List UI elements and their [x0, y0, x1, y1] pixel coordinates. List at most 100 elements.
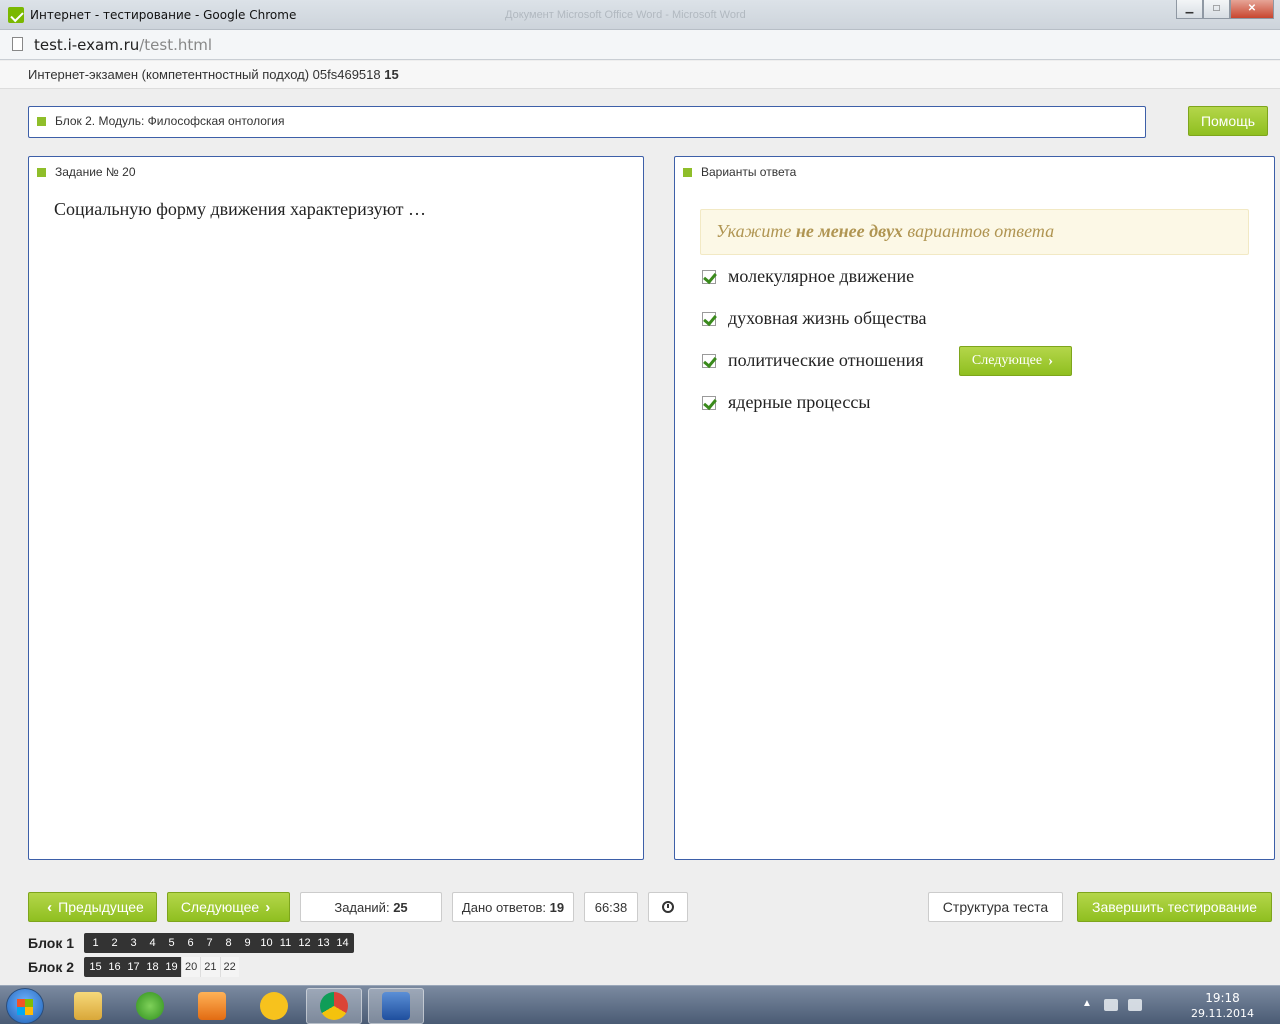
question-number[interactable]: 19 [162, 957, 181, 977]
green-square-icon [37, 116, 46, 126]
prev-label: Предыдущее [58, 899, 144, 915]
question-number[interactable]: 16 [105, 957, 124, 977]
answer-option-label: духовная жизнь общества [728, 308, 927, 328]
task-panel: Задание № 20 Социальную форму движения х… [28, 156, 644, 860]
mail-agent-icon [260, 992, 288, 1020]
timer-box: 66:38 [584, 892, 638, 922]
network-icon[interactable] [1104, 999, 1118, 1011]
next-button[interactable]: Следующее › [167, 892, 290, 922]
background-window-title: Документ Microsoft Office Word - Microso… [505, 9, 746, 21]
close-button[interactable]: ✕ [1230, 0, 1274, 19]
question-number[interactable]: 5 [162, 933, 181, 953]
answer-option-label: политические отношения [728, 350, 924, 370]
chevron-right-icon: › [265, 898, 271, 916]
block-header: Блок 2. Модуль: Философская онтология [37, 114, 284, 128]
next-inline-label: Следующее [971, 353, 1043, 368]
windows-logo-icon [17, 999, 33, 1015]
tasks-count-box: Заданий: 25 [300, 892, 442, 922]
question-number[interactable]: 15 [86, 957, 105, 977]
question-text: Социальную форму движения характеризуют … [54, 199, 427, 219]
answers-panel: Варианты ответа Укажите не менее двух ва… [674, 156, 1275, 860]
question-number[interactable]: 1 [86, 933, 105, 953]
task-label: Задание № 20 [55, 165, 136, 179]
checkbox-checked-icon[interactable] [702, 353, 716, 368]
minimize-button[interactable]: ▁ [1176, 0, 1203, 19]
exam-number: 15 [384, 67, 399, 82]
question-number[interactable]: 8 [219, 933, 238, 953]
question-number[interactable]: 22 [219, 957, 239, 977]
block-2-label: Блок 2 [28, 959, 75, 975]
answers-header: Варианты ответа [683, 165, 796, 179]
maximize-button[interactable]: □ [1203, 0, 1230, 19]
question-number[interactable]: 18 [143, 957, 162, 977]
hint-bold: не менее двух [795, 221, 903, 241]
answer-option[interactable]: духовная жизнь общества [702, 308, 926, 329]
finish-test-button[interactable]: Завершить тестирование [1077, 892, 1272, 922]
answer-option[interactable]: молекулярное движение [702, 266, 914, 287]
block-2-nav: Блок 2 15 16 17 18 19 20 21 22 [28, 957, 239, 977]
utorrent-icon [136, 992, 164, 1020]
question-number[interactable]: 13 [314, 933, 333, 953]
test-structure-button[interactable]: Структура теста [928, 892, 1063, 922]
chevron-right-icon: › [1048, 352, 1054, 369]
next-inline-button[interactable]: Следующее › [959, 346, 1072, 376]
question-number[interactable]: 17 [124, 957, 143, 977]
question-number[interactable]: 10 [257, 933, 276, 953]
question-number[interactable]: 3 [124, 933, 143, 953]
taskbar-word[interactable] [368, 988, 424, 1024]
checkbox-checked-icon[interactable] [702, 311, 716, 326]
taskbar-media-player[interactable] [184, 988, 240, 1024]
clock-icon [662, 901, 674, 913]
action-center-flag-icon[interactable] [1128, 999, 1142, 1011]
page-icon [12, 37, 23, 51]
question-number[interactable]: 12 [295, 933, 314, 953]
media-player-icon [198, 992, 226, 1020]
next-label: Следующее [180, 899, 260, 915]
answer-option-label: ядерные процессы [728, 392, 871, 412]
window-title: Интернет - тестирование - Google Chrome [30, 8, 297, 22]
question-number[interactable]: 9 [238, 933, 257, 953]
tasks-count: 25 [393, 899, 408, 915]
block-1-numbers: 1 2 3 4 5 6 7 8 9 10 11 12 13 14 [84, 933, 354, 953]
checkbox-checked-icon[interactable] [702, 395, 716, 410]
windows-taskbar: ▲ 19:18 29.11.2014 [0, 985, 1280, 1024]
question-number[interactable]: 11 [276, 933, 295, 953]
question-number[interactable]: 4 [143, 933, 162, 953]
url-path: /test.html [139, 36, 213, 54]
clock[interactable]: 19:18 29.11.2014 [1191, 991, 1254, 1021]
question-number[interactable]: 7 [200, 933, 219, 953]
checkbox-checked-icon[interactable] [702, 269, 716, 284]
taskbar-utorrent[interactable] [122, 988, 178, 1024]
block-header-label: Блок 2. Модуль: Философская онтология [55, 114, 285, 128]
chrome-icon [320, 992, 348, 1020]
question-number[interactable]: 2 [105, 933, 124, 953]
question-number[interactable]: 14 [333, 933, 352, 953]
address-bar[interactable]: test.i-exam.ru/test.html [0, 30, 1280, 60]
answer-hint: Укажите не менее двух вариантов ответа [700, 209, 1249, 255]
chevron-left-icon: ‹ [47, 898, 53, 916]
taskbar-chrome[interactable] [306, 988, 362, 1024]
exam-header: Интернет-экзамен (компетентностный подхо… [0, 61, 1280, 89]
url-host: test.i-exam.ru [34, 36, 140, 54]
system-tray: ▲ 19:18 29.11.2014 [1082, 986, 1280, 1024]
question-number[interactable]: 6 [181, 933, 200, 953]
taskbar-mail-agent[interactable] [246, 988, 302, 1024]
hint-pre: Укажите [716, 221, 796, 241]
task-header: Задание № 20 [37, 165, 136, 179]
url-text[interactable]: test.i-exam.ru/test.html [34, 36, 212, 54]
answer-option[interactable]: политические отношения [702, 350, 924, 371]
i-exam-app-icon [8, 7, 24, 23]
clock-time: 19:18 [1205, 991, 1240, 1005]
taskbar-explorer[interactable] [60, 988, 116, 1024]
window-titlebar: Интернет - тестирование - Google Chrome … [0, 0, 1280, 30]
start-button[interactable] [6, 988, 44, 1024]
tray-expand-icon[interactable]: ▲ [1082, 998, 1092, 1009]
help-button[interactable]: Помощь [1188, 106, 1268, 136]
clock-button[interactable] [648, 892, 688, 922]
block-1-nav: Блок 1 1 2 3 4 5 6 7 8 9 10 11 12 13 14 [28, 933, 354, 953]
green-square-icon [683, 167, 692, 177]
prev-button[interactable]: ‹ Предыдущее [28, 892, 157, 922]
answer-option[interactable]: ядерные процессы [702, 392, 870, 413]
question-number[interactable]: 21 [200, 957, 220, 977]
question-number-current[interactable]: 20 [181, 957, 201, 977]
